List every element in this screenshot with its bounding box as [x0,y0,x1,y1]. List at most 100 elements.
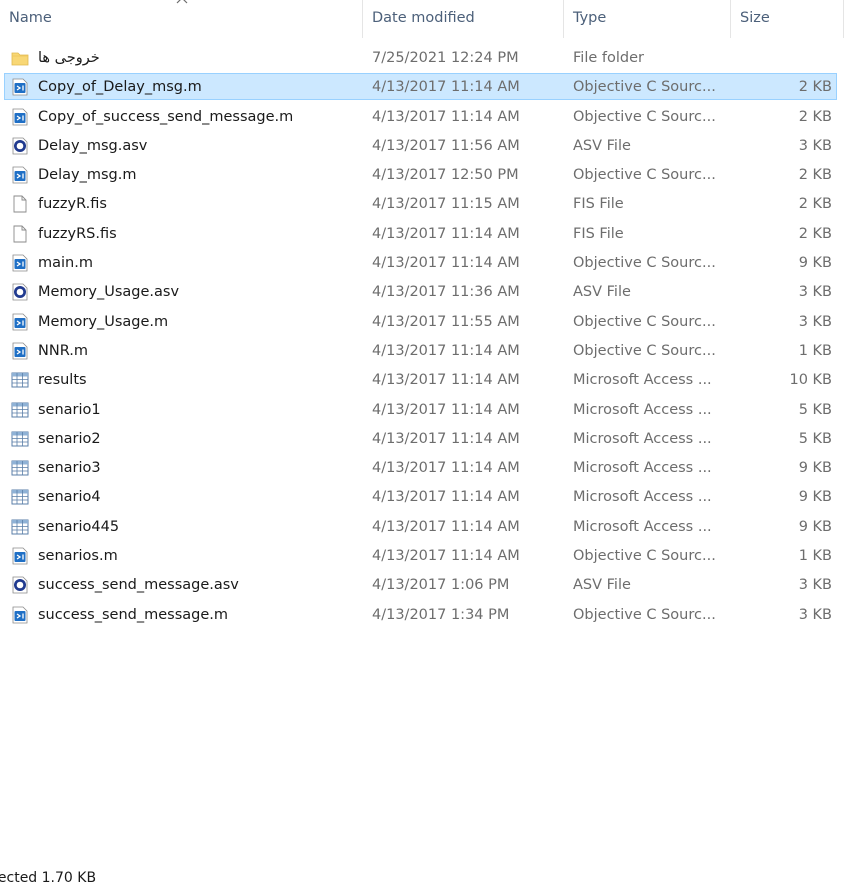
file-size: 2 KB [798,196,832,213]
file-type: Objective C Sourc... [573,167,716,184]
vscode-file-icon [11,313,29,331]
file-row[interactable]: Delay_msg.m 4/13/2017 12:50 PM Objective C… [0,161,860,190]
file-name: results [38,372,87,389]
file-size: 2 KB [798,167,832,184]
file-row[interactable]: results 4/13/2017 11:14 AM Microsoft Acces… [0,366,860,395]
file-size: 1 KB [798,342,832,359]
asv-file-icon [11,283,29,301]
file-size: 3 KB [798,313,832,330]
file-type: Microsoft Access ... [573,518,712,535]
file-type: Objective C Sourc... [573,342,716,359]
file-size: 2 KB [798,225,832,242]
blank-file-icon [11,195,29,213]
file-date-modified: 4/13/2017 12:50 PM [372,167,519,184]
file-date-modified: 4/13/2017 11:56 AM [372,137,520,154]
file-row[interactable]: senario3 4/13/2017 11:14 AM Microsoft Acce… [0,454,860,483]
file-size: 1 KB [798,548,832,565]
file-name: Delay_msg.asv [38,137,148,154]
file-date-modified: 4/13/2017 11:14 AM [372,79,520,96]
file-type: Objective C Sourc... [573,108,716,125]
file-row[interactable]: خروجی ها 7/25/2021 12:24 PM File folder [0,44,860,73]
file-row[interactable]: senario1 4/13/2017 11:14 AM Microsoft Acce… [0,396,860,425]
column-header-size[interactable]: Size [740,0,770,37]
access-table-icon [11,371,29,389]
file-name: senario2 [38,430,101,447]
file-row[interactable]: fuzzyRS.fis 4/13/2017 11:14 AM FIS File 2 K… [0,220,860,249]
asv-file-icon [11,137,29,155]
file-row[interactable]: Copy_of_success_send_message.m 4/13/2017 … [0,103,860,132]
file-name: senario3 [38,460,101,477]
file-size: 3 KB [798,606,832,623]
vscode-file-icon [11,166,29,184]
file-row[interactable]: fuzzyR.fis 4/13/2017 11:15 AM FIS File 2 KB [0,190,860,219]
column-divider[interactable] [843,0,844,38]
file-date-modified: 4/13/2017 11:14 AM [372,460,520,477]
file-type: Objective C Sourc... [573,255,716,272]
file-date-modified: 7/25/2021 12:24 PM [372,50,519,66]
file-type: Objective C Sourc... [573,313,716,330]
file-type: Microsoft Access ... [573,460,712,477]
file-name: senarios.m [38,548,118,565]
column-divider[interactable] [730,0,731,38]
file-date-modified: 4/13/2017 11:14 AM [372,342,520,359]
file-row[interactable]: senario445 4/13/2017 11:14 AM Microsoft Ac… [0,513,860,542]
file-type: ASV File [573,284,631,301]
file-type: FIS File [573,196,624,213]
file-name: NNR.m [38,342,88,359]
file-size: 3 KB [798,284,832,301]
file-size: 10 KB [789,372,832,389]
file-date-modified: 4/13/2017 11:14 AM [372,372,520,389]
file-row[interactable]: Delay_msg.asv 4/13/2017 11:56 AM ASV File 3… [0,132,860,161]
file-date-modified: 4/13/2017 11:15 AM [372,196,520,213]
file-row[interactable]: main.m 4/13/2017 11:14 AM Objective C Sour… [0,249,860,278]
file-row[interactable]: Memory_Usage.m 4/13/2017 11:55 AM Objectiv… [0,308,860,337]
blank-file-icon [11,225,29,243]
file-date-modified: 4/13/2017 11:14 AM [372,255,520,272]
file-row[interactable]: senario2 4/13/2017 11:14 AM Microsoft Acce… [0,425,860,454]
file-date-modified: 4/13/2017 11:36 AM [372,284,520,301]
access-table-icon [11,459,29,477]
file-type: Microsoft Access ... [573,489,712,506]
file-name: خروجی ها [38,50,100,66]
vscode-file-icon [11,342,29,360]
file-name: Delay_msg.m [38,167,137,184]
access-table-icon [11,430,29,448]
file-row[interactable]: success_send_message.asv 4/13/2017 1:06 P… [0,571,860,600]
asv-file-icon [11,576,29,594]
column-header-date-modified[interactable]: Date modified [372,0,475,37]
file-row[interactable]: senario4 4/13/2017 11:14 AM Microsoft Acce… [0,483,860,512]
file-row[interactable]: Memory_Usage.asv 4/13/2017 11:36 AM ASV Fi… [0,278,860,307]
vscode-file-icon [11,78,29,96]
file-row[interactable]: success_send_message.m 4/13/2017 1:34 PM O… [0,601,860,630]
file-type: ASV File [573,577,631,594]
file-date-modified: 4/13/2017 11:14 AM [372,108,520,125]
file-size: 9 KB [798,489,832,506]
column-header-name[interactable]: Name [9,0,52,37]
file-name: senario1 [38,401,101,418]
file-name: Copy_of_Delay_msg.m [38,79,202,96]
file-date-modified: 4/13/2017 1:06 PM [372,577,510,594]
column-divider[interactable] [362,0,363,38]
access-table-icon [11,518,29,536]
file-name: success_send_message.m [38,606,228,623]
file-type: Objective C Sourc... [573,548,716,565]
file-name: Copy_of_success_send_message.m [38,108,294,125]
file-size: 9 KB [798,255,832,272]
file-name: main.m [38,255,93,272]
vscode-file-icon [11,254,29,272]
file-type: Microsoft Access ... [573,430,712,447]
file-type: Objective C Sourc... [573,79,716,96]
column-header-type[interactable]: Type [573,0,606,37]
file-date-modified: 4/13/2017 11:14 AM [372,548,520,565]
file-name: Memory_Usage.m [38,313,169,330]
file-name: senario4 [38,489,101,506]
file-name: fuzzyRS.fis [38,225,117,242]
file-size: 9 KB [798,460,832,477]
file-name: success_send_message.asv [38,577,239,594]
file-name: Memory_Usage.asv [38,284,180,301]
file-type: Objective C Sourc... [573,606,716,623]
file-row[interactable]: NNR.m 4/13/2017 11:14 AM Objective C Sourc… [0,337,860,366]
file-row[interactable]: senarios.m 4/13/2017 11:14 AM Objective C … [0,542,860,571]
column-divider[interactable] [563,0,564,38]
file-row[interactable]: Copy_of_Delay_msg.m 4/13/2017 11:14 AM Obj… [0,73,860,102]
